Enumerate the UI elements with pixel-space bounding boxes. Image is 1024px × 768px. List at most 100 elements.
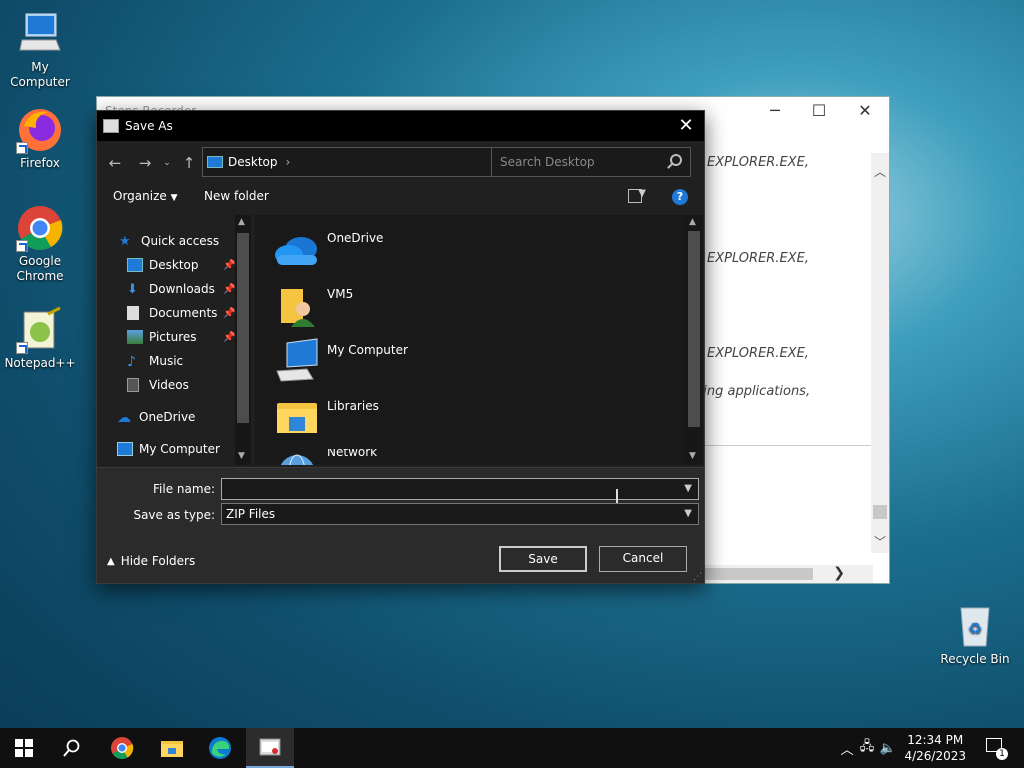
nav-item-videos[interactable]: Videos xyxy=(127,375,189,395)
step-text: EXPLORER.EXE, xyxy=(707,346,809,361)
edge-icon xyxy=(209,737,231,759)
chevron-down-icon[interactable]: ▼ xyxy=(238,451,245,461)
desktop-icon-firefox[interactable]: Firefox xyxy=(0,106,80,171)
desktop-icon-label: Google Chrome xyxy=(16,254,64,283)
nav-item-documents[interactable]: Documents xyxy=(127,303,217,323)
chevron-up-icon[interactable]: ︿ xyxy=(838,739,856,758)
pin-icon: 📌 xyxy=(223,332,236,343)
list-item[interactable]: OneDrive xyxy=(273,225,383,273)
nav-item-my-computer[interactable]: My Computer xyxy=(117,439,220,459)
nav-item-downloads[interactable]: ⬇ Downloads xyxy=(127,279,215,299)
nav-item-label: My Computer xyxy=(139,442,220,456)
scroll-thumb[interactable] xyxy=(873,505,887,519)
desktop-icon-label: Recycle Bin xyxy=(940,652,1010,666)
list-item[interactable]: My Computer xyxy=(273,337,408,385)
file-list-scrollbar[interactable]: ▲ ▼ xyxy=(685,215,703,465)
time: 12:34 PM xyxy=(907,733,964,747)
scroll-thumb[interactable] xyxy=(703,568,813,580)
save-as-type-label: Save as type: xyxy=(133,508,215,522)
chevron-down-icon[interactable]: ▼ xyxy=(689,451,696,461)
recycle-bin-icon: ♻ xyxy=(951,602,999,650)
new-folder-button[interactable]: New folder xyxy=(204,189,269,203)
network-icon[interactable]: 🖧 xyxy=(856,737,878,759)
hide-folders-button[interactable]: ▲ Hide Folders xyxy=(107,554,195,568)
organize-label: Organize xyxy=(113,189,167,203)
notifications-button[interactable]: 1 xyxy=(984,736,1008,760)
taskbar-file-explorer[interactable] xyxy=(148,728,196,768)
chevron-down-icon[interactable]: ▼ xyxy=(684,504,692,524)
list-item[interactable]: VM5 xyxy=(273,281,353,329)
desktop-folder-icon xyxy=(207,156,223,168)
computer-icon xyxy=(16,10,64,58)
navigation-pane[interactable]: ★ Quick access Desktop 📌 ⬇ Downloads 📌 D… xyxy=(97,215,253,465)
minimize-icon[interactable]: ─ xyxy=(753,101,797,123)
volume-icon[interactable]: 🔈 xyxy=(878,741,898,756)
nav-item-quick-access[interactable]: ★ Quick access xyxy=(119,231,219,251)
resize-grip-icon[interactable]: ⋰ xyxy=(693,572,702,582)
help-icon[interactable]: ? xyxy=(672,189,688,205)
save-button[interactable]: Save xyxy=(499,546,587,572)
step-text: EXPLORER.EXE, xyxy=(707,251,809,266)
folder-icon xyxy=(161,741,183,757)
horizontal-scrollbar[interactable]: ❯ xyxy=(703,565,873,583)
start-button[interactable] xyxy=(0,728,48,768)
scroll-thumb[interactable] xyxy=(237,233,249,423)
nav-item-label: Pictures xyxy=(149,330,197,344)
desktop-icon-label: Notepad++ xyxy=(4,356,76,370)
save-as-dialog[interactable]: Save As ✕ ← → ⌄ ↑ Desktop › ⌄ ↻ Organize… xyxy=(96,110,705,584)
file-name-input[interactable]: ▼ xyxy=(221,478,699,505)
file-list[interactable]: OneDrive VM5 My Computer Libraries Netwo… xyxy=(255,215,703,465)
list-item[interactable]: Libraries xyxy=(273,393,379,441)
desktop-icon-label: My Computer xyxy=(10,60,70,89)
nav-item-desktop[interactable]: Desktop xyxy=(127,255,199,275)
desktop-icon-my-computer[interactable]: My Computer xyxy=(0,10,80,90)
desktop-icon-google-chrome[interactable]: Google Chrome xyxy=(0,204,80,284)
vertical-scrollbar[interactable]: ︿ ﹀ xyxy=(871,153,889,553)
picture-icon xyxy=(127,330,143,344)
organize-button[interactable]: Organize ▼ xyxy=(113,189,178,203)
notepad-plus-plus-icon xyxy=(16,306,64,354)
scroll-thumb[interactable] xyxy=(688,231,700,427)
chevron-right-icon[interactable]: › xyxy=(286,155,291,169)
desktop-icon-recycle-bin[interactable]: ♻ Recycle Bin xyxy=(935,602,1015,667)
maximize-icon[interactable]: ☐ xyxy=(797,101,841,123)
navigation-bar: ← → ⌄ ↑ Desktop › ⌄ ↻ xyxy=(97,147,704,179)
nav-item-music[interactable]: ♪ Music xyxy=(127,351,183,371)
notification-count: 1 xyxy=(996,748,1008,760)
download-icon: ⬇ xyxy=(127,282,138,297)
search-icon[interactable] xyxy=(670,154,682,166)
chevron-up-icon[interactable]: ▲ xyxy=(238,217,245,227)
cancel-button[interactable]: Cancel xyxy=(599,546,687,572)
nav-pane-scrollbar[interactable]: ▲ ▼ xyxy=(235,215,251,465)
search-input[interactable] xyxy=(492,148,662,176)
forward-arrow-icon[interactable]: → xyxy=(135,153,155,173)
nav-item-onedrive[interactable]: ☁ OneDrive xyxy=(117,407,195,427)
search-button[interactable] xyxy=(48,728,96,768)
save-options-panel: File name: ▼ Save as type: ZIP Files ▼ ▲… xyxy=(97,467,704,583)
up-arrow-icon[interactable]: ↑ xyxy=(179,153,199,173)
recent-locations-chevron-icon[interactable]: ⌄ xyxy=(157,153,177,173)
search-box[interactable] xyxy=(491,147,691,177)
star-icon: ★ xyxy=(119,234,131,249)
chevron-down-icon[interactable]: ▼ xyxy=(684,479,692,499)
chevron-right-icon[interactable]: ❯ xyxy=(833,565,845,581)
chevron-up-icon[interactable]: ︿ xyxy=(874,163,886,180)
taskbar-edge[interactable] xyxy=(196,728,244,768)
computer-icon xyxy=(273,337,321,385)
back-arrow-icon[interactable]: ← xyxy=(105,153,125,173)
save-as-type-select[interactable]: ZIP Files ▼ xyxy=(221,503,699,525)
nav-item-pictures[interactable]: Pictures xyxy=(127,327,197,347)
chevron-down-icon[interactable]: ▼ xyxy=(638,188,646,199)
taskbar-steps-recorder[interactable] xyxy=(246,728,294,768)
nav-item-label: Desktop xyxy=(149,258,199,272)
clock[interactable]: 12:34 PM 4/26/2023 xyxy=(904,732,966,764)
close-icon[interactable]: ✕ xyxy=(843,101,887,123)
chevron-down-icon[interactable]: ﹀ xyxy=(874,533,886,550)
taskbar-chrome[interactable] xyxy=(98,728,146,768)
close-icon[interactable]: ✕ xyxy=(674,115,698,137)
desktop-icon-notepad-plus-plus[interactable]: Notepad++ xyxy=(0,306,80,371)
chevron-up-icon[interactable]: ▲ xyxy=(689,217,696,227)
nav-item-label: Music xyxy=(149,354,184,368)
divider xyxy=(703,445,871,446)
list-item[interactable]: Network xyxy=(273,449,377,465)
